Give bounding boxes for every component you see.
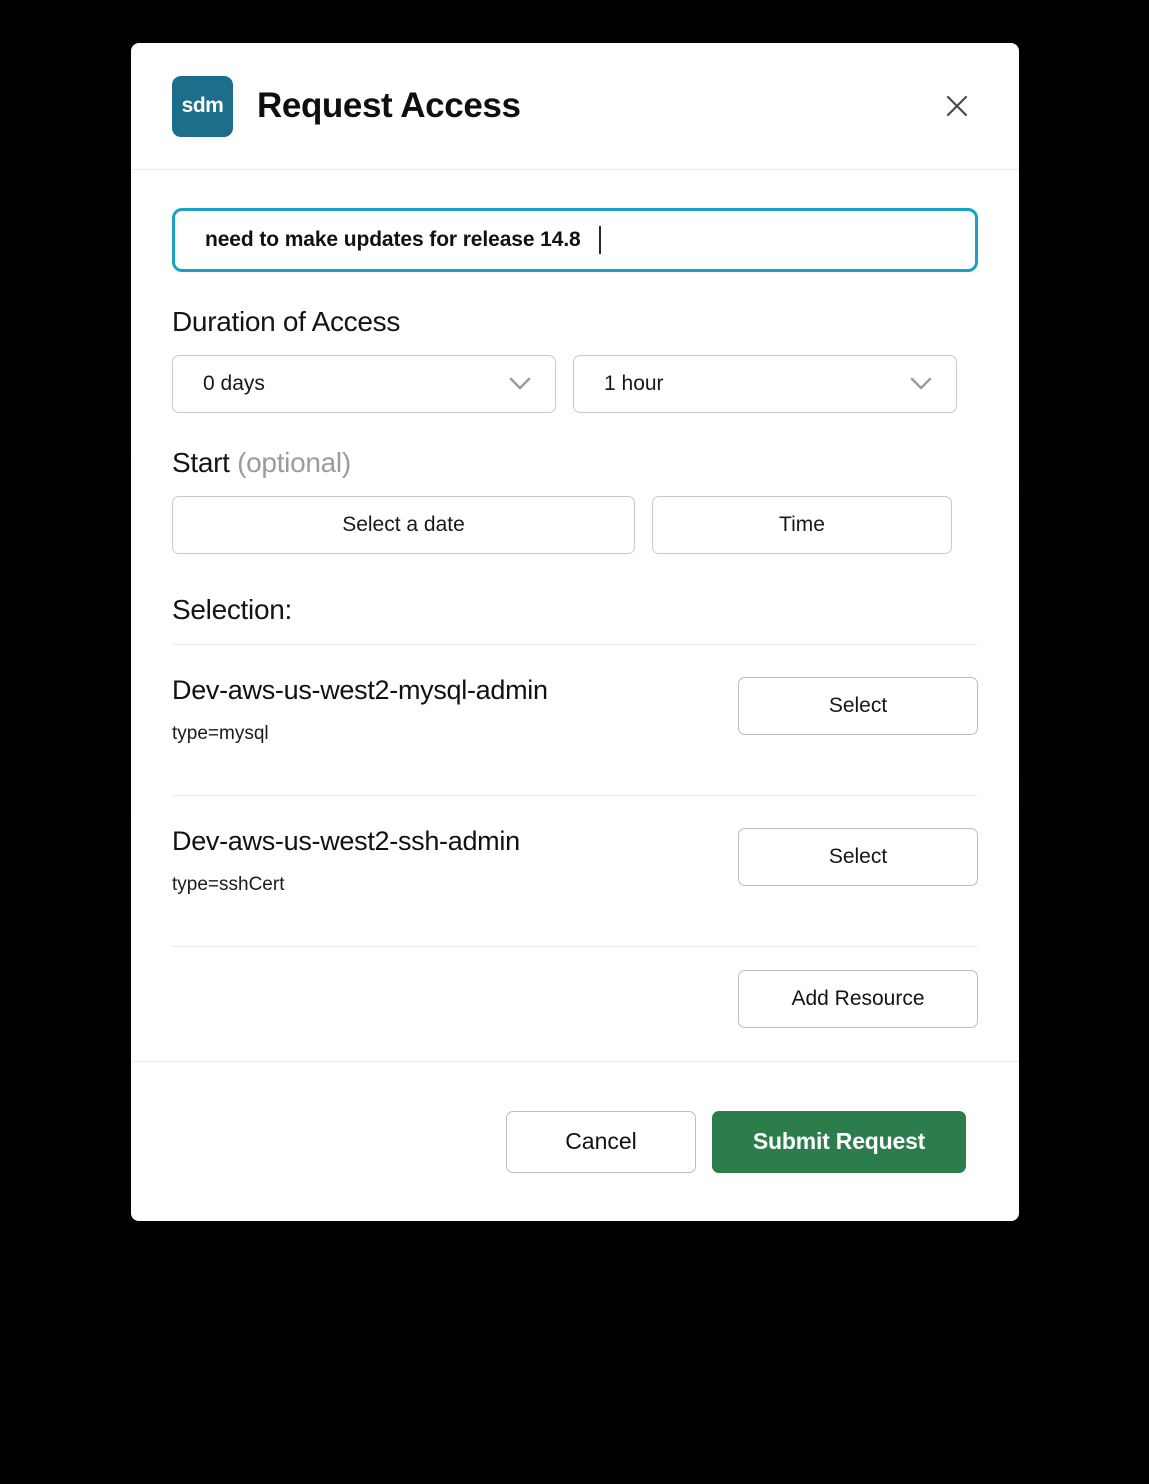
duration-days-select[interactable]: 0 days <box>172 355 556 413</box>
close-button[interactable] <box>936 85 978 127</box>
dialog-footer: Cancel Submit Request <box>131 1061 1019 1221</box>
resource-name: Dev-aws-us-west2-mysql-admin <box>172 675 548 705</box>
start-label: Start (optional) <box>172 447 978 479</box>
sdm-logo-text: sdm <box>181 94 224 117</box>
start-time-button[interactable]: Time <box>652 496 952 554</box>
chevron-down-icon <box>910 377 956 391</box>
sdm-logo: sdm <box>172 75 233 137</box>
resource-info: Dev-aws-us-west2-mysql-admin type=mysql <box>172 675 738 745</box>
add-resource-button[interactable]: Add Resource <box>738 970 978 1028</box>
start-fields: Select a date Time <box>172 496 978 554</box>
start-date-button[interactable]: Select a date <box>172 496 635 554</box>
close-icon <box>943 92 971 120</box>
text-cursor <box>598 226 601 254</box>
table-row: Dev-aws-us-west2-ssh-admin type=sshCert … <box>172 796 978 928</box>
resource-name: Dev-aws-us-west2-ssh-admin <box>172 826 520 856</box>
duration-hours-value: 1 hour <box>604 372 664 395</box>
select-resource-button[interactable]: Select <box>738 828 978 886</box>
select-resource-button[interactable]: Select <box>738 677 978 735</box>
submit-request-button[interactable]: Submit Request <box>712 1110 966 1173</box>
table-row: Dev-aws-us-west2-mysql-admin type=mysql … <box>172 645 978 777</box>
resource-info: Dev-aws-us-west2-ssh-admin type=sshCert <box>172 826 738 896</box>
add-resource-row: Add Resource <box>172 947 978 1053</box>
dialog-header: sdm Request Access <box>131 43 1019 170</box>
start-label-text: Start <box>172 447 230 478</box>
duration-of-access-label: Duration of Access <box>172 306 401 337</box>
resource-type: type=sshCert <box>172 874 285 895</box>
request-access-dialog: sdm Request Access need to make updates … <box>131 43 1019 1221</box>
resource-type: type=mysql <box>172 723 269 744</box>
page-title: Request Access <box>257 86 521 125</box>
cancel-button[interactable]: Cancel <box>506 1110 696 1173</box>
duration-fields: 0 days 1 hour <box>172 355 978 413</box>
reason-input[interactable]: need to make updates for release 14.8 <box>172 208 978 272</box>
duration-hours-select[interactable]: 1 hour <box>573 355 957 413</box>
dialog-body: need to make updates for release 14.8 Du… <box>131 208 1019 1053</box>
start-optional-text: (optional) <box>237 447 351 478</box>
selection-heading: Selection: <box>172 594 292 625</box>
reason-input-value: need to make updates for release 14.8 <box>205 228 581 251</box>
chevron-down-icon <box>509 377 555 391</box>
duration-days-value: 0 days <box>203 372 265 395</box>
